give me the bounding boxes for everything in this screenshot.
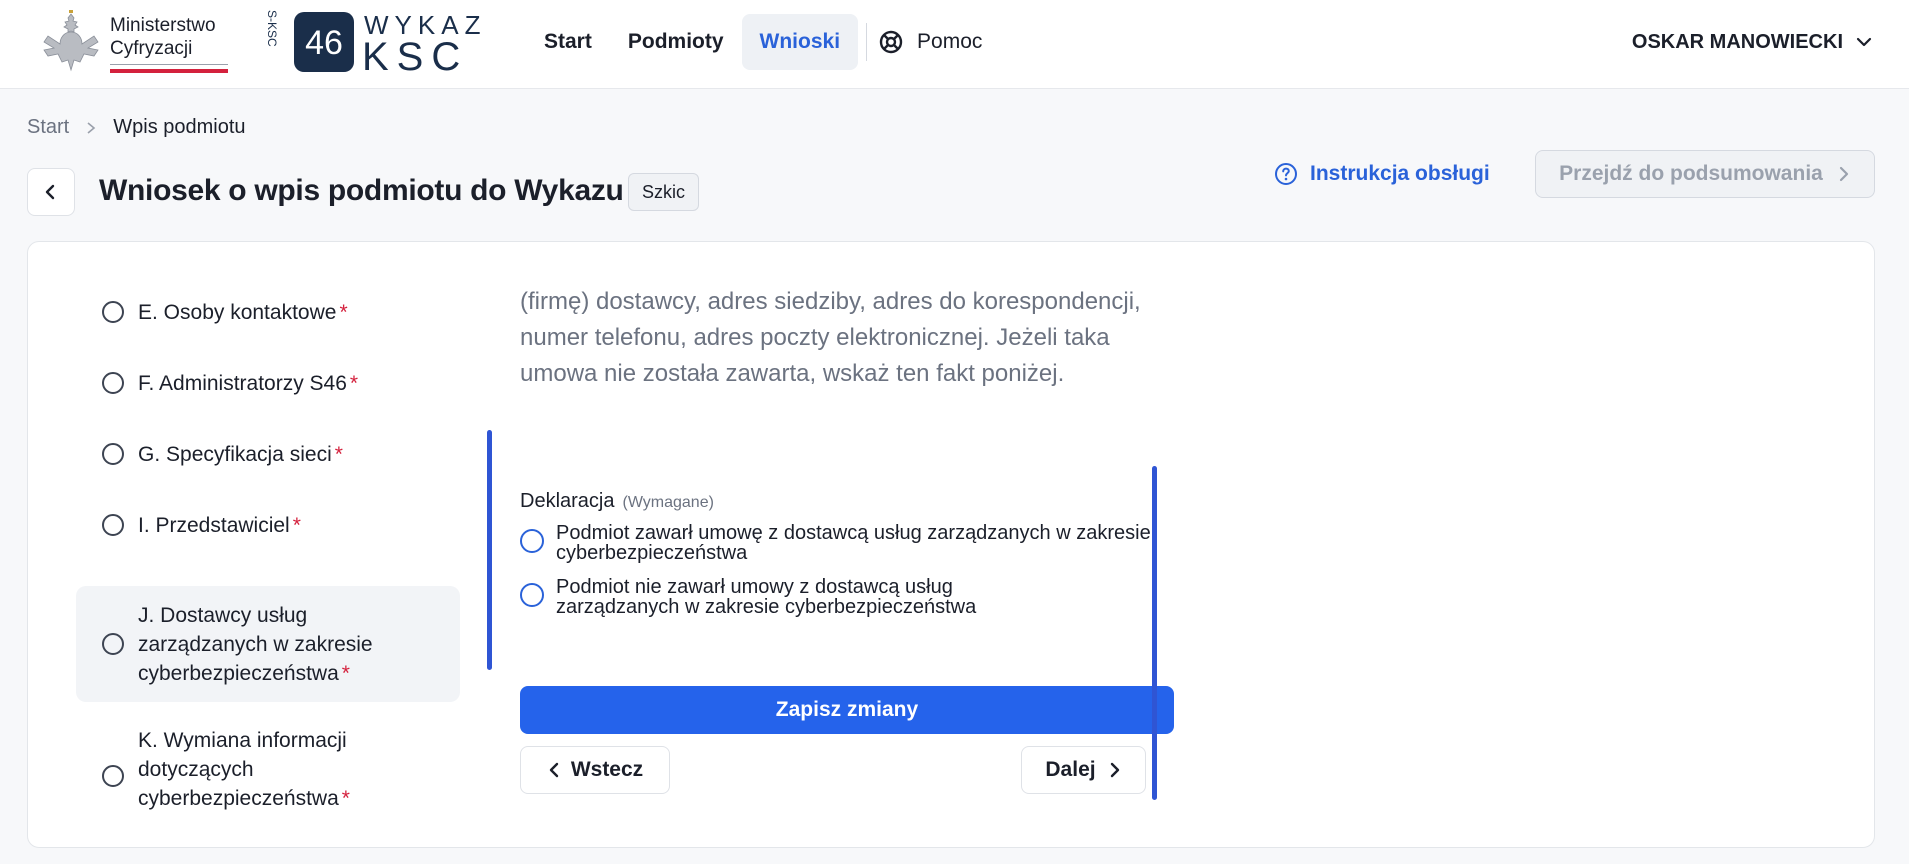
ksc-logo-bottom: KSC xyxy=(362,35,468,76)
step-label: G. Specyfikacja sieci * xyxy=(138,440,343,469)
page-title: Wniosek o wpis podmiotu do Wykazu xyxy=(99,174,624,207)
help-circle-icon xyxy=(1275,163,1297,185)
step-f-label: F. Administratorzy S46 xyxy=(138,371,347,395)
next-button-label: Dalej xyxy=(1045,758,1096,781)
required-marker: * xyxy=(339,300,348,324)
steps-list[interactable]: E. Osoby kontaktowe * F. Administratorzy … xyxy=(76,266,488,826)
required-marker: * xyxy=(349,371,359,395)
nav-podmioty[interactable]: Podmioty xyxy=(610,14,742,70)
back-button[interactable] xyxy=(27,168,75,216)
ministry-logo[interactable]: Ministerstwo Cyfryzacji xyxy=(40,8,230,78)
step-description: (firmę) dostawcy, adres siedziby, adres … xyxy=(520,288,1141,387)
logo-red-bar xyxy=(110,69,228,73)
option-label: Podmiot zawarł umowę z dostawcą usług za… xyxy=(556,522,1151,564)
step-g[interactable]: G. Specyfikacja sieci * xyxy=(76,432,460,476)
ministry-line-2: Cyfryzacji xyxy=(110,38,193,59)
declaration-option-no[interactable]: Podmiot nie zawarł umowy z dostawcą usłu… xyxy=(520,577,1180,617)
declaration-option-yes[interactable]: Podmiot zawarł umowę z dostawcą usług za… xyxy=(520,523,1180,563)
user-menu[interactable]: OSKAR MANOWIECKI xyxy=(1632,26,1873,58)
step-k-label: K. Wymiana informacji dotyczących cyberb… xyxy=(138,729,347,810)
nav-divider xyxy=(866,23,868,61)
step-j-label: J. Dostawcy usług zarządzanych w zakresi… xyxy=(138,603,373,685)
previous-button-label: Wstecz xyxy=(570,758,644,781)
step-e[interactable]: E. Osoby kontaktowe * xyxy=(76,290,460,334)
breadcrumb-start[interactable]: Start xyxy=(27,116,69,139)
step-g-label: G. Specyfikacja sieci xyxy=(138,442,332,466)
declaration-required: (Wymagane) xyxy=(622,494,714,511)
lifebuoy-icon xyxy=(879,30,903,54)
instruction-link-label: Instrukcja obsługi xyxy=(1310,162,1490,185)
summary-button[interactable]: Przejdź do podsumowania xyxy=(1535,150,1875,198)
user-name: OSKAR MANOWIECKI xyxy=(1631,30,1843,53)
step-radio xyxy=(102,633,124,655)
step-j[interactable]: J. Dostawcy usług zarządzanych w zakresi… xyxy=(76,586,460,702)
wykaz-ksc-logo[interactable]: S-KSC 46 WYKAZ KSC xyxy=(266,10,506,76)
declaration-title: Deklaracja xyxy=(520,490,615,512)
step-k[interactable]: K. Wymiana informacji dotyczących cyberb… xyxy=(76,726,460,826)
required-marker: * xyxy=(341,787,350,810)
step-i-label: I. Przedstawiciel xyxy=(138,513,290,537)
required-marker: * xyxy=(334,442,343,466)
step-radio xyxy=(102,765,124,787)
save-button[interactable]: Zapisz zmiany xyxy=(520,686,1174,734)
chevron-right-icon xyxy=(87,121,96,134)
instruction-link[interactable]: Instrukcja obsługi xyxy=(1274,160,1490,188)
step-label: I. Przedstawiciel * xyxy=(138,511,301,540)
radio-button[interactable] xyxy=(520,583,544,607)
step-radio xyxy=(102,443,124,465)
nav-start[interactable]: Start xyxy=(526,14,610,70)
next-button[interactable]: Dalej xyxy=(1021,746,1146,794)
form-card: E. Osoby kontaktowe * F. Administratorzy … xyxy=(27,241,1875,848)
required-marker: * xyxy=(341,661,350,685)
step-content: (firmę) dostawcy, adres siedziby, adres … xyxy=(520,284,1180,392)
required-marker: * xyxy=(292,513,301,537)
chevron-right-icon xyxy=(1839,166,1848,182)
ministry-name: Ministerstwo Cyfryzacji xyxy=(110,14,216,60)
steps-scrollbar[interactable] xyxy=(487,430,492,670)
nav-start-label: Start xyxy=(544,30,592,53)
step-radio xyxy=(102,372,124,394)
chevron-right-icon xyxy=(1110,762,1119,778)
step-label: E. Osoby kontaktowe * xyxy=(138,298,348,327)
nav-wnioski[interactable]: Wnioski xyxy=(741,14,859,70)
main-nav: Start Podmioty Wnioski Pomoc xyxy=(526,14,1000,70)
ministry-line-1: Ministerstwo xyxy=(110,15,216,36)
status-badge: Szkic xyxy=(628,173,700,211)
breadcrumb: Start Wpis podmiotu xyxy=(27,116,246,139)
nav-pomoc[interactable]: Pomoc xyxy=(875,14,1000,70)
nav-podmioty-label: Podmioty xyxy=(627,30,724,53)
option-label: Podmiot nie zawarł umowy z dostawcą usłu… xyxy=(556,576,977,618)
chevron-left-icon xyxy=(549,762,559,778)
chevron-down-icon xyxy=(1856,37,1872,47)
declaration-group: Deklaracja (Wymagane) Podmiot zawarł umow… xyxy=(520,490,1180,617)
content-scrollbar[interactable] xyxy=(1152,466,1157,800)
breadcrumb-current: Wpis podmiotu xyxy=(113,116,246,138)
nav-wnioski-label: Wnioski xyxy=(759,30,841,53)
top-header: Ministerstwo Cyfryzacji S-KSC 46 WYKAZ K… xyxy=(0,0,1909,89)
radio-button[interactable] xyxy=(520,529,544,553)
summary-button-label: Przejdź do podsumowania xyxy=(1559,162,1823,185)
step-label: F. Administratorzy S46 * xyxy=(138,369,358,398)
ksc-logo-number: 46 xyxy=(305,24,343,62)
previous-button[interactable]: Wstecz xyxy=(520,746,670,794)
logo-divider xyxy=(110,64,228,65)
step-e-label: E. Osoby kontaktowe xyxy=(138,300,337,324)
chevron-left-icon xyxy=(45,184,55,200)
step-i[interactable]: I. Przedstawiciel * xyxy=(76,503,460,547)
ksc-logo-vertical-text: S-KSC xyxy=(266,10,279,47)
step-label: J. Dostawcy usług zarządzanych w zakresi… xyxy=(138,601,418,688)
step-radio xyxy=(102,301,124,323)
declaration-heading: Deklaracja (Wymagane) xyxy=(520,490,1180,513)
step-label: K. Wymiana informacji dotyczących cyberb… xyxy=(138,726,398,813)
nav-pomoc-label: Pomoc xyxy=(917,30,983,53)
eagle-emblem-icon xyxy=(43,10,99,72)
step-f[interactable]: F. Administratorzy S46 * xyxy=(76,361,460,405)
step-radio xyxy=(102,514,124,536)
